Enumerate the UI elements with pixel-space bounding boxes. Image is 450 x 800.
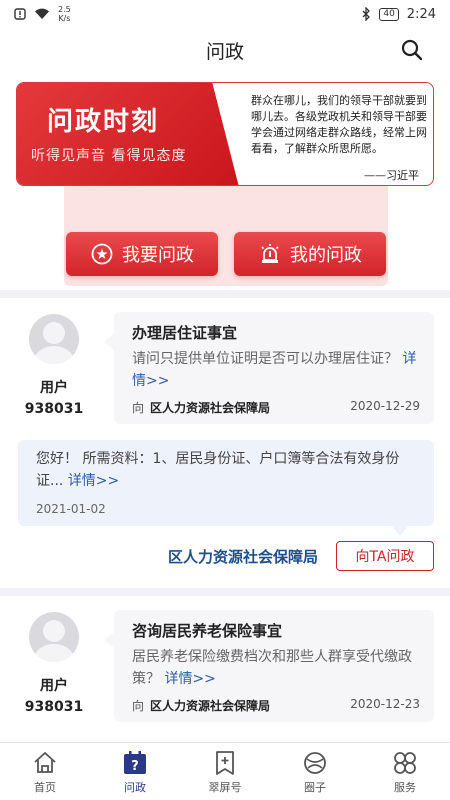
tab-cuiping[interactable]: 翠屏号 — [180, 743, 270, 800]
ask-ta-button[interactable]: 向TA问政 — [336, 541, 434, 571]
calendar-question-icon: ? — [124, 750, 146, 774]
banner-section: 问政时刻 听得见声音 看得见态度 群众在哪儿，我们的领导干部就要到哪儿去。各级党… — [0, 72, 450, 290]
grid-icon — [394, 751, 416, 774]
question-date: 2020-12-29 — [350, 399, 420, 413]
my-questions-button[interactable]: 我的问政 — [234, 232, 386, 276]
top-nav: 问政 — [0, 28, 450, 72]
avatar[interactable] — [29, 612, 79, 662]
tab-label: 服务 — [394, 780, 416, 794]
reply-body: 您好！ 所需资料：1、居民身份证、户口簿等合法有效身份证... 详情>> — [36, 451, 400, 489]
user-block: 用户 938031 — [18, 314, 90, 420]
tab-label: 首页 — [34, 780, 56, 794]
tab-label: 问政 — [124, 780, 146, 794]
question-body: 居民养老保险缴费档次和那些人群享受代缴政策？ 详情>> — [132, 649, 412, 687]
reply-bubble[interactable]: 您好！ 所需资料：1、居民身份证、户口簿等合法有效身份证... 详情>> 202… — [18, 440, 434, 536]
search-icon[interactable] — [400, 38, 424, 62]
banner-quote: 群众在哪儿，我们的领导干部就要到哪儿去。各级党政机关和领导干部要学会通过网络走群… — [251, 94, 427, 155]
question-title: 咨询居民养老保险事宜 — [132, 622, 283, 640]
banner-title: 问政时刻 — [47, 107, 160, 137]
reply-date: 2021-01-02 — [36, 502, 106, 516]
tab-circle[interactable]: 圈子 — [270, 743, 360, 800]
bluetooth-icon — [362, 7, 371, 21]
battery-level: 40 — [379, 7, 399, 21]
question-footer: 向 区人力资源社会保障局 2020-12-23 — [132, 697, 420, 713]
user-id: 938031 — [24, 401, 84, 417]
user-id: 938031 — [24, 699, 84, 715]
ask-question-label: 我要问政 — [122, 245, 194, 266]
tab-label: 翠屏号 — [208, 780, 242, 794]
wifi-icon — [35, 8, 49, 19]
question-date: 2020-12-23 — [350, 697, 420, 711]
tab-wenzheng[interactable]: ? 问政 — [90, 743, 180, 800]
ask-question-button[interactable]: 我要问政 — [66, 232, 218, 276]
question-body: 请问只提供单位证明是否可以办理居住证？ 详情>> — [132, 351, 417, 389]
user-block: 用户 938031 — [18, 612, 90, 718]
question-footer: 向 区人力资源社会保障局 2020-12-29 — [132, 399, 420, 415]
question-card[interactable]: 用户 938031 办理居住证事宜 请问只提供单位证明是否可以办理居住证？ 详情… — [0, 298, 450, 588]
clock: 2:24 — [406, 6, 436, 22]
bookmark-plus-icon — [216, 750, 234, 775]
tab-home[interactable]: 首页 — [0, 743, 90, 800]
tab-label: 圈子 — [304, 780, 326, 794]
banner-subtitle: 听得见声音 看得见态度 — [31, 148, 187, 164]
question-bubble[interactable]: 咨询居民养老保险事宜 居民养老保险缴费档次和那些人群享受代缴政策？ 详情>> 向… — [104, 610, 434, 722]
page-title: 问政 — [205, 40, 244, 63]
question-card[interactable]: 用户 938031 咨询居民养老保险事宜 居民养老保险缴费档次和那些人群享受代缴… — [0, 596, 450, 742]
my-questions-label: 我的问政 — [290, 245, 362, 266]
svg-text:?: ? — [131, 759, 139, 774]
user-label: 用户 — [40, 678, 68, 694]
reply-department[interactable]: 区人力资源社会保障局 — [168, 546, 318, 567]
home-icon — [34, 751, 56, 773]
question-title: 办理居住证事宜 — [132, 324, 238, 342]
siren-icon — [261, 244, 279, 263]
tab-service[interactable]: 服务 — [360, 743, 450, 800]
banner[interactable]: 问政时刻 听得见声音 看得见态度 群众在哪儿，我们的领导干部就要到哪儿去。各级党… — [16, 82, 434, 186]
detail-link[interactable]: 详情>> — [164, 671, 215, 687]
megaphone-icon — [91, 243, 113, 265]
target-department: 区人力资源社会保障局 — [150, 699, 271, 713]
circle-icon — [304, 751, 326, 774]
status-bar: 2.5 K/s 40 2:24 — [0, 0, 450, 28]
network-speed: 2.5 K/s — [58, 5, 71, 23]
user-label: 用户 — [40, 380, 68, 396]
avatar[interactable] — [29, 314, 79, 364]
target-department: 区人力资源社会保障局 — [150, 401, 271, 415]
banner-author: ——习近平 — [364, 169, 419, 182]
question-bubble[interactable]: 办理居住证事宜 请问只提供单位证明是否可以办理居住证？ 详情>> 向 区人力资源… — [104, 312, 434, 424]
bottom-tab-bar: 首页 ? 问政 翠屏号 圈子 服务 — [0, 742, 450, 800]
reply-detail-link[interactable]: 详情>> — [68, 473, 119, 489]
notification-icon — [14, 8, 26, 20]
